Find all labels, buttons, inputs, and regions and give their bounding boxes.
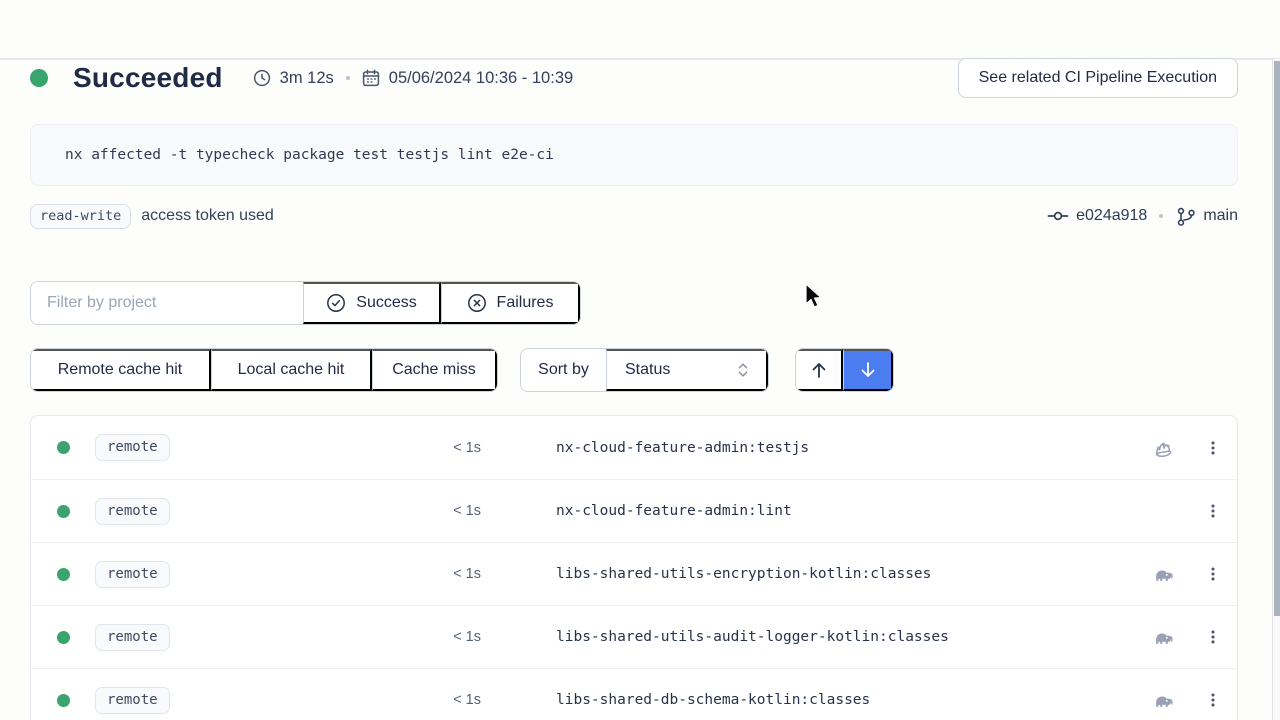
row-menu-button[interactable]: [1198, 433, 1228, 463]
status-dot-success: [57, 505, 70, 518]
task-duration: < 1s: [453, 629, 481, 645]
jest-icon: [1153, 437, 1174, 458]
sort-row: Remote cache hit Local cache hit Cache m…: [30, 348, 1238, 392]
run-header: Succeeded 3m 12s 05/06/2024 10:36 - 10:3…: [30, 56, 1238, 100]
separator-dot: [346, 76, 350, 80]
sort-group: Sort by Status: [520, 348, 769, 392]
task-row[interactable]: remote < 1s libs-shared-db-schema-kotlin…: [31, 668, 1237, 720]
chevron-updown-icon: [734, 361, 752, 379]
task-row[interactable]: remote < 1s libs-shared-utils-audit-logg…: [31, 605, 1237, 668]
status-dot-success: [30, 69, 48, 87]
gradle-icon: [1153, 690, 1174, 711]
failures-filter-label: Failures: [497, 294, 554, 312]
see-related-ci-pipeline-button[interactable]: See related CI Pipeline Execution: [958, 58, 1238, 98]
arrow-up-icon: [809, 360, 829, 380]
sort-ascending-button[interactable]: [796, 349, 843, 391]
run-date-range-label: 05/06/2024 10:36 - 10:39: [389, 69, 573, 88]
sort-descending-button[interactable]: [843, 349, 893, 391]
sort-field-select[interactable]: Status: [606, 349, 768, 391]
clock-icon: [253, 69, 271, 87]
token-row: read-write access token used e024a918 ma…: [30, 202, 1238, 230]
filter-row: Success Failures: [30, 281, 1238, 325]
project-filter-group: Success Failures: [30, 281, 581, 325]
cache-miss-button[interactable]: Cache miss: [372, 349, 497, 391]
check-circle-icon: [326, 293, 346, 313]
command-text: nx affected -t typecheck package test te…: [65, 147, 554, 163]
kebab-icon: [1204, 439, 1222, 457]
task-duration: < 1s: [453, 566, 481, 582]
task-name: libs-shared-utils-audit-logger-kotlin:cl…: [556, 629, 1137, 645]
row-menu-button[interactable]: [1198, 685, 1228, 715]
success-filter-label: Success: [356, 294, 416, 312]
access-token-text: access token used: [141, 207, 274, 225]
kebab-icon: [1204, 691, 1222, 709]
gradle-icon: [1153, 564, 1174, 585]
status-dot-success: [57, 568, 70, 581]
commit-hash[interactable]: e024a918: [1076, 207, 1147, 225]
task-row[interactable]: remote < 1s nx-cloud-feature-admin:lint: [31, 479, 1237, 542]
task-name: nx-cloud-feature-admin:lint: [556, 503, 1137, 519]
cache-filter-group: Remote cache hit Local cache hit Cache m…: [30, 348, 498, 392]
task-list: remote < 1s nx-cloud-feature-admin:testj…: [30, 415, 1238, 720]
remote-cache-hit-button[interactable]: Remote cache hit: [31, 349, 211, 391]
status-dot-success: [57, 631, 70, 644]
cache-source-badge: remote: [95, 434, 170, 461]
run-date-range: 05/06/2024 10:36 - 10:39: [362, 69, 573, 88]
task-name: libs-shared-utils-encryption-kotlin:clas…: [556, 566, 1137, 582]
task-name: libs-shared-db-schema-kotlin:classes: [556, 692, 1137, 708]
vertical-scrollbar[interactable]: [1272, 59, 1280, 720]
sort-direction-group: [795, 348, 894, 392]
kebab-icon: [1204, 502, 1222, 520]
task-duration: < 1s: [453, 503, 481, 519]
kebab-icon: [1204, 565, 1222, 583]
task-duration: < 1s: [453, 692, 481, 708]
task-row[interactable]: remote < 1s nx-cloud-feature-admin:testj…: [31, 416, 1237, 479]
git-commit-icon: [1047, 205, 1069, 227]
status-dot-success: [57, 441, 70, 454]
run-duration: 3m 12s: [253, 69, 334, 88]
task-duration: < 1s: [453, 440, 481, 456]
branch-name[interactable]: main: [1203, 207, 1238, 225]
scrollbar-thumb[interactable]: [1274, 61, 1280, 616]
access-token-badge: read-write: [30, 204, 131, 229]
command-box: nx affected -t typecheck package test te…: [30, 124, 1238, 186]
cache-source-badge: remote: [95, 624, 170, 651]
row-menu-button[interactable]: [1198, 496, 1228, 526]
git-branch-icon: [1175, 206, 1196, 227]
success-filter-button[interactable]: Success: [303, 282, 441, 324]
status-dot-success: [57, 694, 70, 707]
run-duration-label: 3m 12s: [280, 69, 334, 88]
row-menu-button[interactable]: [1198, 622, 1228, 652]
cache-source-badge: remote: [95, 687, 170, 714]
run-status-title: Succeeded: [73, 62, 223, 94]
calendar-icon: [362, 69, 380, 87]
kebab-icon: [1204, 628, 1222, 646]
task-name: nx-cloud-feature-admin:testjs: [556, 440, 1137, 456]
gradle-icon: [1153, 627, 1174, 648]
failures-filter-button[interactable]: Failures: [441, 282, 580, 324]
sort-field-value: Status: [625, 361, 670, 379]
local-cache-hit-button[interactable]: Local cache hit: [211, 349, 372, 391]
separator-dot: [1159, 214, 1163, 218]
x-circle-icon: [467, 293, 487, 313]
task-row[interactable]: remote < 1s libs-shared-utils-encryption…: [31, 542, 1237, 605]
row-menu-button[interactable]: [1198, 559, 1228, 589]
sort-by-label: Sort by: [521, 349, 606, 391]
filter-by-project-input[interactable]: [31, 282, 303, 324]
cache-source-badge: remote: [95, 498, 170, 525]
arrow-down-icon: [858, 360, 878, 380]
cache-source-badge: remote: [95, 561, 170, 588]
